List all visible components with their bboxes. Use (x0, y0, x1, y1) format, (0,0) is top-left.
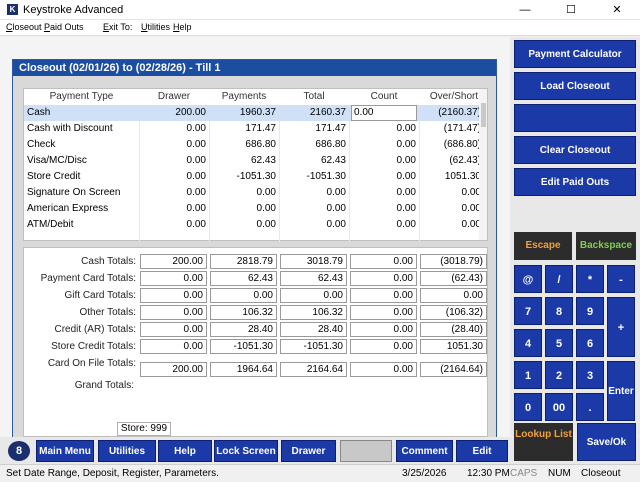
status-mode: Closeout (581, 468, 621, 479)
backspace-button[interactable]: Backspace (576, 232, 636, 260)
store-label: Store: 999 (117, 422, 171, 436)
key-9[interactable]: 9 (576, 297, 604, 325)
keyboard-icon[interactable] (340, 440, 392, 462)
keystroke-logo-icon[interactable]: 8 (8, 441, 30, 461)
maximize-button[interactable]: ☐ (548, 0, 594, 20)
window-title: Keystroke Advanced (23, 3, 124, 16)
app-logo-icon: K (7, 4, 18, 15)
help-button[interactable]: Help (158, 440, 212, 462)
lookup-list-button[interactable]: Lookup List (514, 423, 573, 461)
key-plus[interactable]: + (607, 297, 635, 357)
col-drawer[interactable]: Drawer (139, 89, 209, 105)
status-date: 3/25/2026 (402, 468, 447, 479)
col-total[interactable]: Total (279, 89, 349, 105)
col-payment-type[interactable]: Payment Type (24, 89, 139, 105)
status-caps: CAPS (510, 468, 538, 479)
col-payments[interactable]: Payments (209, 89, 279, 105)
grid-header: Payment Type Drawer Payments Total Count… (24, 89, 481, 105)
close-button[interactable]: ✕ (594, 0, 640, 20)
table-row[interactable]: American Express 0.00 0.00 0.00 0.00 0.0… (24, 201, 481, 217)
menu-bar: Closeout Paid Outs Exit To: Utilities He… (0, 20, 640, 36)
key-star[interactable]: * (576, 265, 604, 293)
table-row[interactable]: Signature On Screen 0.00 0.00 0.00 0.00 … (24, 185, 481, 201)
table-row[interactable]: Cash with Discount 0.00 171.47 171.47 0.… (24, 121, 481, 137)
save-ok-button[interactable]: Save/Ok (577, 423, 636, 461)
totals-row: Card On File Totals: 200.00 1964.64 2164… (24, 356, 489, 377)
key-3[interactable]: 3 (576, 361, 604, 389)
key-at[interactable]: @ (514, 265, 542, 293)
workspace: Closeout (02/01/26) to (02/28/26) - Till… (0, 37, 510, 452)
totals-row: Gift Card Totals: 0.00 0.00 0.00 0.00 0.… (24, 288, 489, 305)
blank-button[interactable] (514, 104, 636, 132)
lock-screen-button[interactable]: Lock Screen (214, 440, 278, 462)
panel-title: Closeout (02/01/26) to (02/28/26) - Till… (13, 60, 496, 76)
key-2[interactable]: 2 (545, 361, 573, 389)
status-num: NUM (548, 468, 571, 479)
grand-totals-label: Grand Totals: (74, 380, 134, 391)
menu-paid-outs[interactable]: Paid Outs (44, 22, 84, 32)
col-count[interactable]: Count (349, 89, 419, 105)
menu-closeout[interactable]: Closeout (6, 22, 42, 32)
comment-button[interactable]: Comment (396, 440, 453, 462)
edit-paid-outs-button[interactable]: Edit Paid Outs (514, 168, 636, 196)
key-1[interactable]: 1 (514, 361, 542, 389)
status-hint: Set Date Range, Deposit, Register, Param… (6, 468, 219, 479)
totals-row: Other Totals: 0.00 106.32 106.32 0.00 (1… (24, 305, 489, 322)
utilities-button[interactable]: Utilities (98, 440, 156, 462)
totals-row: Credit (AR) Totals: 0.00 28.40 28.40 0.0… (24, 322, 489, 339)
totals-row: Grand Totals: (24, 378, 489, 395)
edit-button[interactable]: Edit (456, 440, 508, 462)
status-time: 12:30 PM (467, 468, 510, 479)
key-5[interactable]: 5 (545, 329, 573, 357)
key-dot[interactable]: . (576, 393, 604, 421)
key-enter[interactable]: Enter (607, 361, 635, 421)
main-menu-button[interactable]: Main Menu (36, 440, 94, 462)
drawer-button[interactable]: Drawer (281, 440, 336, 462)
menu-help[interactable]: Help (173, 22, 192, 32)
key-00[interactable]: 00 (545, 393, 573, 421)
key-8[interactable]: 8 (545, 297, 573, 325)
count-input[interactable]: 0.00 (351, 105, 417, 121)
totals-row: Payment Card Totals: 0.00 62.43 62.43 0.… (24, 271, 489, 288)
load-closeout-button[interactable]: Load Closeout (514, 72, 636, 100)
command-panel: Payment Calculator Load Closeout Clear C… (510, 37, 640, 436)
key-6[interactable]: 6 (576, 329, 604, 357)
key-7[interactable]: 7 (514, 297, 542, 325)
totals-row: Cash Totals: 200.00 2818.79 3018.79 0.00… (24, 254, 489, 271)
escape-button[interactable]: Escape (514, 232, 572, 260)
table-row[interactable]: Visa/MC/Disc 0.00 62.43 62.43 0.00 (62.4… (24, 153, 481, 169)
key-4[interactable]: 4 (514, 329, 542, 357)
closeout-panel: Closeout (02/01/26) to (02/28/26) - Till… (12, 59, 497, 452)
key-0[interactable]: 0 (514, 393, 542, 421)
payment-calculator-button[interactable]: Payment Calculator (514, 40, 636, 68)
table-row[interactable]: Check 0.00 686.80 686.80 0.00 (686.80) (24, 137, 481, 153)
title-bar: K Keystroke Advanced — ☐ ✕ (0, 0, 640, 20)
table-row[interactable]: Cash 200.00 1960.37 2160.37 0.00 (2160.3… (24, 105, 481, 121)
key-minus[interactable]: - (607, 265, 635, 293)
status-bar: Set Date Range, Deposit, Register, Param… (0, 464, 640, 482)
table-row[interactable]: ATM/Debit 0.00 0.00 0.00 0.00 0.00 (24, 217, 481, 233)
key-slash[interactable]: / (545, 265, 573, 293)
table-row[interactable]: Store Credit 0.00 -1051.30 -1051.30 0.00… (24, 169, 481, 185)
totals-section: Cash Totals: 200.00 2818.79 3018.79 0.00… (23, 247, 488, 437)
totals-row: Store Credit Totals: 0.00 -1051.30 -1051… (24, 339, 489, 356)
clear-closeout-button[interactable]: Clear Closeout (514, 136, 636, 164)
minimize-button[interactable]: — (502, 0, 548, 20)
grid-scrollbar[interactable] (479, 89, 487, 240)
payment-grid: Payment Type Drawer Payments Total Count… (23, 88, 488, 242)
menu-utilities[interactable]: Utilities (141, 22, 170, 32)
menu-exit-to[interactable]: Exit To: (103, 22, 132, 32)
